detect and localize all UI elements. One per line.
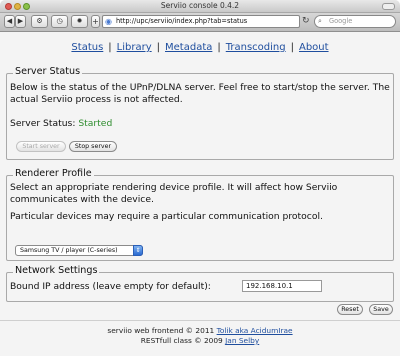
footer-copyright-1: serviio web frontend © 2011 xyxy=(107,326,215,335)
back-button[interactable]: ◀ xyxy=(4,15,15,28)
search-placeholder: Google xyxy=(329,17,353,25)
renderer-profile-panel: Renderer Profile Select an appropriate r… xyxy=(6,168,394,261)
reload-icon[interactable]: ↻ xyxy=(302,16,310,26)
forward-button[interactable]: ▶ xyxy=(15,15,26,28)
window-title: Serviio console 0.4.2 xyxy=(160,1,240,10)
server-status-line: Server Status: Started xyxy=(10,118,390,130)
url-text: http://upc/serviio/index.php?tab=status xyxy=(116,17,248,25)
browser-window: Serviio console 0.4.2 ◀ ▶ ⚙ ◷ ✹ + ◉ http… xyxy=(0,0,400,356)
save-button[interactable]: Save xyxy=(369,304,393,315)
server-status-panel: Server Status Below is the status of the… xyxy=(6,66,394,160)
footer-divider xyxy=(0,320,400,321)
ip-address-input[interactable]: 192.168.10.1 xyxy=(242,280,322,292)
main-nav: Status | Library | Metadata | Transcoding | Abou… xyxy=(0,42,400,53)
nav-separator: | xyxy=(217,42,221,53)
server-status-description: Below is the status of the UPnP/DLNA ser… xyxy=(10,82,390,105)
network-settings-legend: Network Settings xyxy=(13,265,100,276)
renderer-profile-description: Select an appropriate rendering device p… xyxy=(10,182,338,205)
server-status-label: Server Status: xyxy=(10,118,76,129)
footer-author-link[interactable]: Tolik aka AcidumIrae xyxy=(217,326,293,335)
home-button[interactable]: ⚙ xyxy=(31,15,48,28)
search-icon: ⌕ xyxy=(318,17,322,25)
ip-address-label: Bound IP address (leave empty for defaul… xyxy=(10,281,211,292)
nav-metadata[interactable]: Metadata xyxy=(165,42,212,53)
nav-separator: | xyxy=(108,42,112,53)
browser-toolbar: ◀ ▶ ⚙ ◷ ✹ + ◉ http://upc/serviio/index.p… xyxy=(0,13,400,32)
start-server-button[interactable]: Start server xyxy=(16,141,66,152)
clock-icon: ◷ xyxy=(56,17,63,25)
footer-line-1: serviio web frontend © 2011 Tolik aka Ac… xyxy=(0,326,400,336)
network-settings-panel: Network Settings Bound IP address (leave… xyxy=(6,265,394,302)
cog-icon: ✹ xyxy=(76,17,83,25)
stop-server-button[interactable]: Stop server xyxy=(69,141,117,152)
add-bookmark-button[interactable]: + xyxy=(91,15,100,28)
plus-icon: + xyxy=(92,17,99,26)
page-content: Status | Library | Metadata | Transcoding | Abou… xyxy=(0,32,400,356)
settings-button[interactable]: ✹ xyxy=(71,15,88,28)
reset-button[interactable]: Reset xyxy=(337,304,363,315)
renderer-profile-note: Particular devices may require a particu… xyxy=(10,211,323,222)
gear-icon: ⚙ xyxy=(36,17,43,25)
server-status-value: Started xyxy=(78,118,113,129)
nav-library[interactable]: Library xyxy=(117,42,152,53)
renderer-profile-select[interactable]: Samsung TV / player (C-series) ⇕ xyxy=(15,245,143,256)
search-field[interactable]: ⌕ Google xyxy=(314,15,396,28)
nav-transcoding[interactable]: Transcoding xyxy=(226,42,286,53)
server-status-legend: Server Status xyxy=(13,66,83,77)
footer-copyright-2: RESTfull class © 2009 xyxy=(140,336,223,345)
address-bar[interactable]: ◉ http://upc/serviio/index.php?tab=statu… xyxy=(102,15,300,28)
globe-icon: ◉ xyxy=(105,17,112,26)
title-bar: Serviio console 0.4.2 xyxy=(0,0,400,13)
nav-about[interactable]: About xyxy=(299,42,329,53)
chevron-updown-icon: ⇕ xyxy=(133,245,143,256)
renderer-profile-legend: Renderer Profile xyxy=(13,168,94,179)
footer-rest-author-link[interactable]: Jan Selby xyxy=(225,336,259,345)
footer-line-2: RESTfull class © 2009 Jan Selby xyxy=(0,336,400,346)
toolbar-toggle-button[interactable] xyxy=(382,3,395,10)
selected-profile: Samsung TV / player (C-series) xyxy=(20,247,118,254)
nav-status[interactable]: Status xyxy=(71,42,103,53)
forward-arrow-icon: ▶ xyxy=(17,17,24,25)
nav-separator: | xyxy=(290,42,294,53)
nav-separator: | xyxy=(156,42,161,53)
history-button[interactable]: ◷ xyxy=(51,15,68,28)
back-arrow-icon: ◀ xyxy=(6,17,13,25)
